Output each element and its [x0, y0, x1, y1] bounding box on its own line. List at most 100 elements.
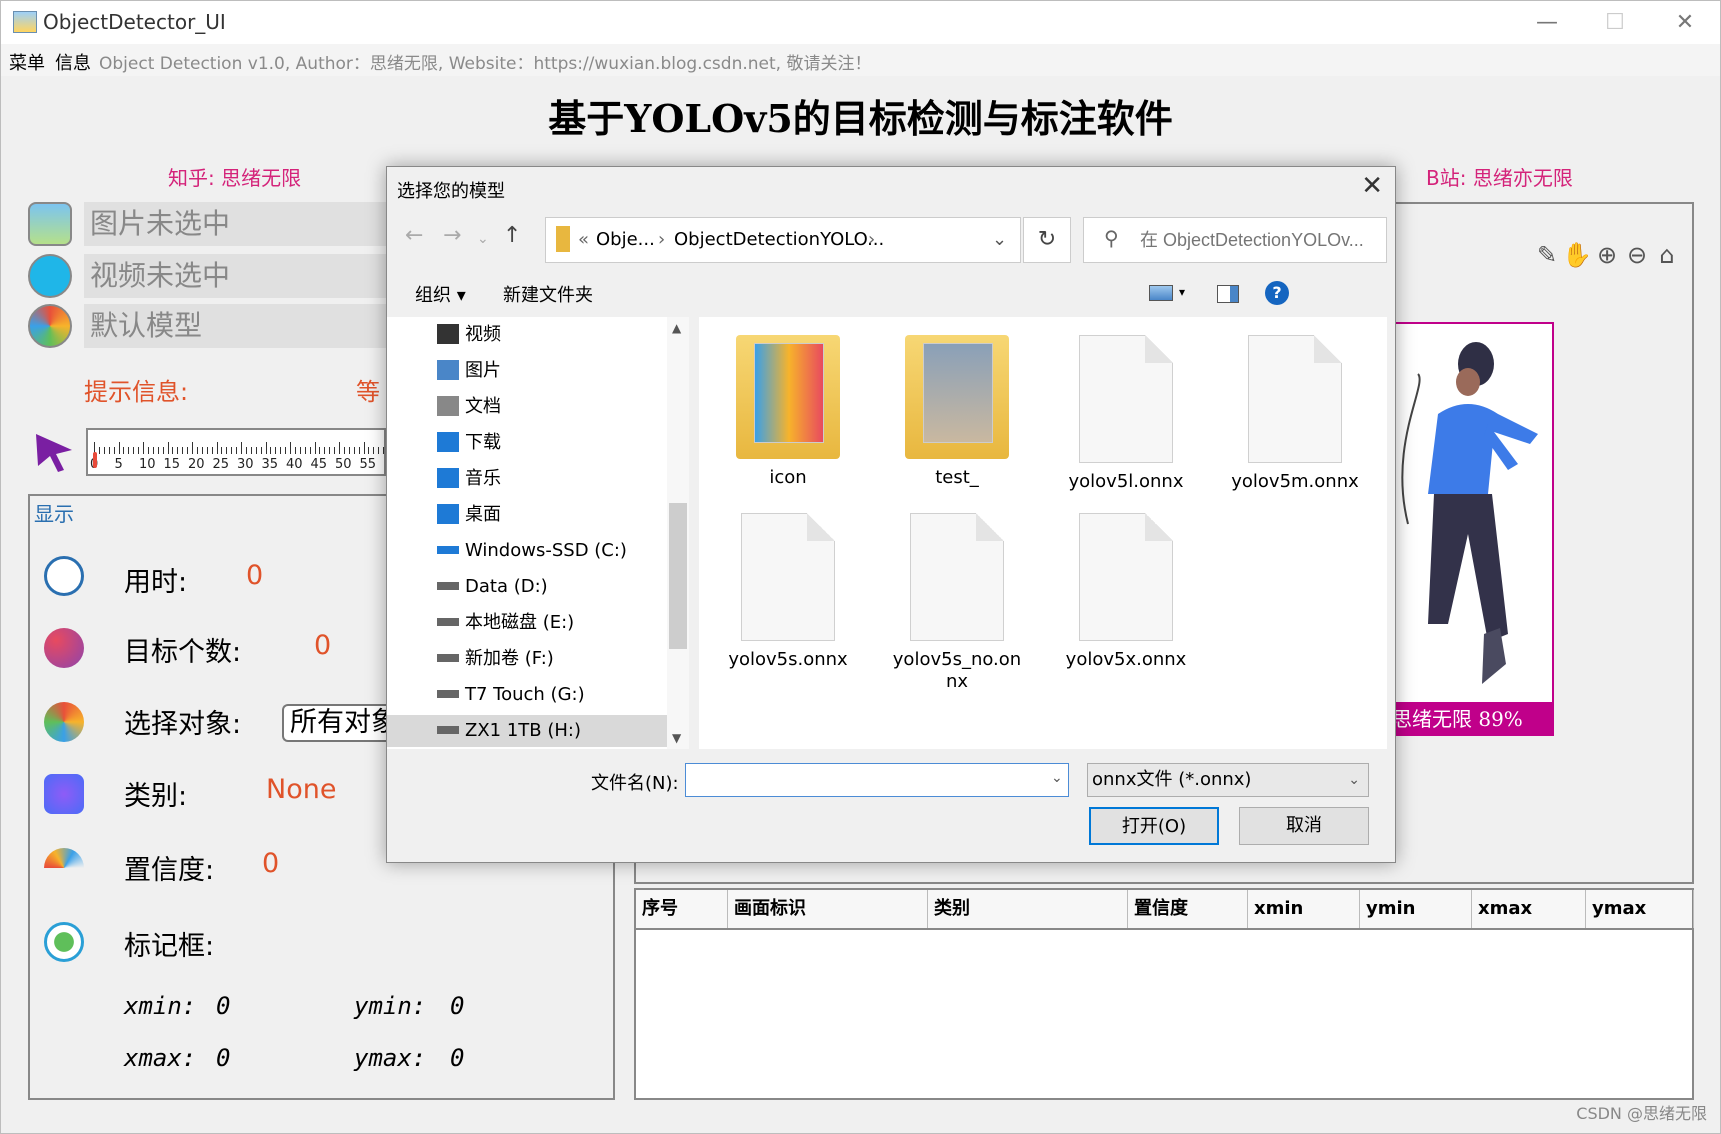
slider-tick	[275, 447, 277, 454]
open-button[interactable]: 打开(O)	[1089, 807, 1219, 845]
nav-item[interactable]: 视频	[437, 319, 501, 351]
table-column-header[interactable]: ymin	[1360, 890, 1472, 928]
view-options-icon[interactable]	[1149, 285, 1173, 301]
image-icon[interactable]	[28, 202, 72, 246]
leaf-icon	[44, 922, 84, 962]
nav-item[interactable]: 下载	[437, 427, 501, 459]
filetype-dropdown-icon[interactable]: ⌄	[1348, 764, 1360, 796]
view-dropdown-icon[interactable]: ▾	[1179, 285, 1185, 299]
nav-item[interactable]: Data (D:)	[437, 571, 548, 603]
slider-tick	[324, 447, 326, 454]
nav-item[interactable]: Windows-SSD (C:)	[437, 535, 627, 567]
hand-icon[interactable]: ✋	[1562, 240, 1592, 270]
breadcrumb-parent[interactable]: Obje...	[596, 218, 655, 262]
slider-tick	[138, 447, 140, 454]
results-table: 序号 画面标识 类别 置信度 xmin ymin xmax ymax	[634, 888, 1694, 1100]
minimize-button[interactable]: —	[1527, 9, 1567, 37]
folder-item[interactable]: test_	[882, 335, 1032, 489]
drive-icon	[437, 582, 459, 590]
slider-tick	[250, 447, 252, 454]
address-dropdown-icon[interactable]: ⌄	[992, 218, 1007, 262]
progress-slider[interactable]: 0510152025303540455055	[86, 428, 386, 476]
scroll-down-icon[interactable]: ▼	[672, 731, 681, 745]
nav-item[interactable]: 文档	[437, 391, 501, 423]
scroll-thumb[interactable]	[669, 503, 687, 649]
file-item[interactable]: yolov5s_no.onnx	[882, 513, 1032, 693]
filename-input[interactable]	[685, 763, 1069, 797]
file-item[interactable]: yolov5l.onnx	[1051, 335, 1201, 493]
zoom-out-icon[interactable]: ⊖	[1622, 240, 1652, 270]
nav-item-label: 本地磁盘 (E:)	[465, 612, 575, 633]
up-arrow-icon[interactable]: ↑	[503, 223, 521, 248]
xmin-value: 0	[216, 992, 231, 1020]
nav-item[interactable]: T7 Touch (G:)	[437, 679, 585, 711]
table-column-header[interactable]: 类别	[928, 890, 1128, 928]
slider-handle[interactable]	[93, 452, 97, 468]
refresh-button[interactable]: ↻	[1023, 217, 1071, 263]
file-item[interactable]: yolov5m.onnx	[1220, 335, 1370, 493]
table-column-header[interactable]: 置信度	[1128, 890, 1248, 928]
slider-tick	[368, 447, 370, 454]
drive-icon	[437, 546, 459, 554]
nav-item[interactable]: ZX1 1TB (H:)	[387, 715, 667, 747]
nav-item[interactable]: 图片	[437, 355, 501, 387]
search-input[interactable]	[1140, 226, 1380, 254]
nav-item[interactable]: 桌面	[437, 499, 501, 531]
maximize-button[interactable]: ☐	[1595, 9, 1635, 37]
slider-tick	[147, 447, 149, 454]
count-label: 目标个数:	[124, 637, 242, 668]
file-icon	[1079, 335, 1173, 463]
file-name: yolov5x.onnx	[1065, 649, 1187, 670]
scroll-up-icon[interactable]: ▲	[672, 321, 681, 335]
nav-item-label: Data (D:)	[465, 576, 548, 597]
zoom-in-icon[interactable]: ⊕	[1592, 240, 1622, 270]
menu-bar: 菜单 信息 Object Detection v1.0, Author：思绪无限…	[0, 44, 1721, 76]
folder-item[interactable]: icon	[713, 335, 863, 489]
menu-item-info[interactable]: 信息	[55, 49, 91, 75]
home-icon[interactable]: ⌂	[1652, 240, 1682, 270]
table-column-header[interactable]: ymax	[1586, 890, 1694, 928]
dialog-close-icon[interactable]: ✕	[1361, 171, 1383, 201]
video-icon[interactable]	[28, 254, 72, 298]
organize-menu[interactable]: 组织 ▾	[415, 281, 466, 307]
preview-pane-icon[interactable]	[1217, 285, 1239, 303]
filename-dropdown-icon[interactable]: ⌄	[1051, 770, 1063, 786]
file-name: test_	[935, 467, 979, 488]
model-icon[interactable]	[28, 304, 72, 348]
new-folder-button[interactable]: 新建文件夹	[503, 281, 593, 307]
table-column-header[interactable]: 画面标识	[728, 890, 928, 928]
slider-tick	[334, 447, 336, 454]
object-select[interactable]: 所有对象	[282, 704, 402, 742]
bilibili-label: B站: 思绪亦无限	[1426, 166, 1573, 190]
menu-item-menu[interactable]: 菜单	[9, 49, 45, 75]
table-column-header[interactable]: xmin	[1248, 890, 1360, 928]
breadcrumb-overflow[interactable]: «	[578, 218, 589, 262]
slider-tick	[353, 447, 355, 454]
cancel-button[interactable]: 取消	[1239, 807, 1369, 845]
edit-icon[interactable]: ✎	[1532, 240, 1562, 270]
count-value: 0	[314, 630, 332, 661]
search-box[interactable]: ⚲	[1083, 217, 1387, 263]
breadcrumb-current[interactable]: ObjectDetectionYOLO...	[674, 218, 884, 262]
breadcrumb-separator-end[interactable]: ›	[868, 218, 875, 262]
table-column-header[interactable]: 序号	[636, 890, 728, 928]
nav-item-label: 桌面	[465, 504, 501, 525]
slider-tick	[128, 447, 130, 454]
nav-item[interactable]: 本地磁盘 (E:)	[437, 607, 574, 639]
forward-arrow-icon[interactable]: →	[443, 223, 461, 248]
close-button[interactable]: ✕	[1665, 9, 1705, 37]
nav-scrollbar[interactable]: ▲ ▼	[667, 317, 689, 749]
file-item[interactable]: yolov5s.onnx	[713, 513, 863, 671]
filetype-select[interactable]: onnx文件 (*.onnx) ⌄	[1087, 763, 1369, 797]
slider-tick	[162, 447, 164, 454]
table-column-header[interactable]: xmax	[1472, 890, 1586, 928]
back-arrow-icon[interactable]: ←	[405, 223, 423, 248]
nav-item[interactable]: 新加卷 (F:)	[437, 643, 554, 675]
recent-chevron-icon[interactable]: ⌄	[477, 231, 489, 247]
folder-icon	[905, 335, 1009, 459]
nav-item[interactable]: 音乐	[437, 463, 501, 495]
file-item[interactable]: yolov5x.onnx	[1051, 513, 1201, 671]
address-bar[interactable]: « Obje... › ObjectDetectionYOLO... › ⌄	[545, 217, 1021, 263]
help-icon[interactable]: ?	[1265, 281, 1289, 305]
file-name: yolov5l.onnx	[1068, 471, 1184, 492]
